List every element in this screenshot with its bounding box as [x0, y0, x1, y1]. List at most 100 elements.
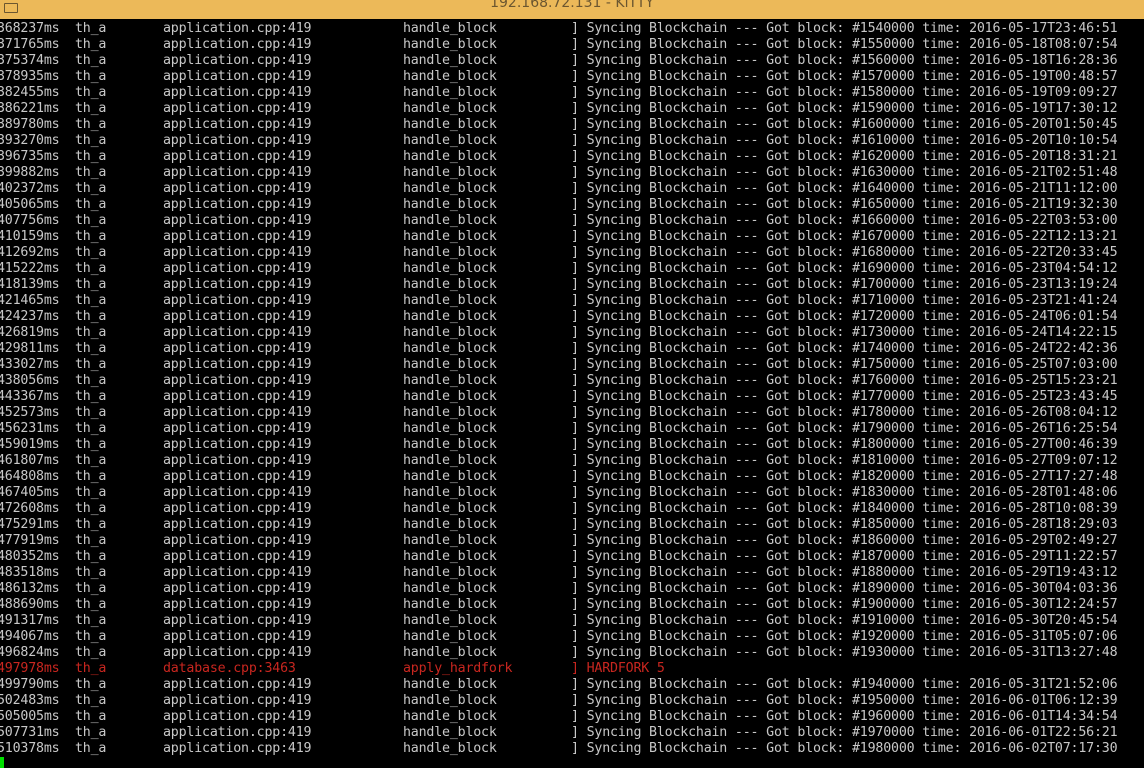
log-function: handle_block — [403, 677, 497, 692]
log-line: 496824ms th_a application.cpp:419 handle_bl… — [0, 645, 1144, 661]
log-line: 418139ms th_a application.cpp:419 handle_bl… — [0, 277, 1144, 293]
log-thread: th_a — [75, 501, 107, 516]
log-thread: th_a — [75, 197, 107, 212]
log-message: ] Syncing Blockchain --- Got block: #160… — [571, 117, 1118, 132]
log-timestamp: 418139ms — [0, 277, 60, 292]
log-function: handle_block — [403, 421, 497, 436]
log-source-file: application.cpp:419 — [163, 293, 312, 308]
log-function: handle_block — [403, 645, 497, 660]
log-function: apply_hardfork — [403, 661, 513, 676]
log-line: 386221ms th_a application.cpp:419 handle_bl… — [0, 101, 1144, 117]
log-line: 461807ms th_a application.cpp:419 handle_bl… — [0, 453, 1144, 469]
log-message: ] Syncing Blockchain --- Got block: #167… — [571, 229, 1118, 244]
log-thread: th_a — [75, 21, 107, 36]
log-function: handle_block — [403, 117, 497, 132]
log-message: ] Syncing Blockchain --- Got block: #165… — [571, 197, 1118, 212]
terminal-cursor — [0, 757, 4, 768]
log-message: ] Syncing Blockchain --- Got block: #195… — [571, 693, 1118, 708]
log-message: ] Syncing Blockchain --- Got block: #182… — [571, 469, 1118, 484]
log-timestamp: 412692ms — [0, 245, 60, 260]
log-function: handle_block — [403, 213, 497, 228]
log-timestamp: 477919ms — [0, 533, 60, 548]
log-source-file: application.cpp:419 — [163, 613, 312, 628]
log-message: ] Syncing Blockchain --- Got block: #192… — [571, 629, 1118, 644]
log-source-file: application.cpp:419 — [163, 421, 312, 436]
log-function: handle_block — [403, 373, 497, 388]
log-thread: th_a — [75, 69, 107, 84]
log-timestamp: 496824ms — [0, 645, 60, 660]
log-thread: th_a — [75, 405, 107, 420]
log-message: ] Syncing Blockchain --- Got block: #189… — [571, 581, 1118, 596]
log-line: 412692ms th_a application.cpp:419 handle_bl… — [0, 245, 1144, 261]
log-message: ] Syncing Blockchain --- Got block: #174… — [571, 341, 1118, 356]
log-message: ] Syncing Blockchain --- Got block: #173… — [571, 325, 1118, 340]
log-function: handle_block — [403, 613, 497, 628]
log-timestamp: 494067ms — [0, 629, 60, 644]
log-thread: th_a — [75, 229, 107, 244]
log-source-file: application.cpp:419 — [163, 693, 312, 708]
log-source-file: application.cpp:419 — [163, 229, 312, 244]
log-message: ] Syncing Blockchain --- Got block: #158… — [571, 85, 1118, 100]
log-source-file: application.cpp:419 — [163, 101, 312, 116]
log-timestamp: 452573ms — [0, 405, 60, 420]
log-line: 464808ms th_a application.cpp:419 handle_bl… — [0, 469, 1144, 485]
log-source-file: application.cpp:419 — [163, 501, 312, 516]
log-function: handle_block — [403, 133, 497, 148]
log-source-file: application.cpp:419 — [163, 581, 312, 596]
log-thread: th_a — [75, 373, 107, 388]
log-message: ] Syncing Blockchain --- Got block: #181… — [571, 453, 1118, 468]
log-function: handle_block — [403, 53, 497, 68]
log-function: handle_block — [403, 597, 497, 612]
log-message: ] Syncing Blockchain --- Got block: #190… — [571, 597, 1118, 612]
log-function: handle_block — [403, 565, 497, 580]
terminal-output[interactable]: 368237ms th_a application.cpp:419 handle_bl… — [0, 21, 1144, 768]
log-timestamp: 429811ms — [0, 341, 60, 356]
log-line: 505005ms th_a application.cpp:419 handle_bl… — [0, 709, 1144, 725]
log-thread: th_a — [75, 469, 107, 484]
log-line: 494067ms th_a application.cpp:419 handle_bl… — [0, 629, 1144, 645]
log-function: handle_block — [403, 293, 497, 308]
log-timestamp: 399882ms — [0, 165, 60, 180]
log-thread: th_a — [75, 149, 107, 164]
log-timestamp: 456231ms — [0, 421, 60, 436]
log-line: 472608ms th_a application.cpp:419 handle_bl… — [0, 501, 1144, 517]
log-timestamp: 405065ms — [0, 197, 60, 212]
log-function: handle_block — [403, 245, 497, 260]
log-line: 426819ms th_a application.cpp:419 handle_bl… — [0, 325, 1144, 341]
log-message: ] Syncing Blockchain --- Got block: #176… — [571, 373, 1118, 388]
log-line: 424237ms th_a application.cpp:419 handle_bl… — [0, 309, 1144, 325]
log-line: 467405ms th_a application.cpp:419 handle_bl… — [0, 485, 1144, 501]
log-thread: th_a — [75, 277, 107, 292]
log-source-file: application.cpp:419 — [163, 181, 312, 196]
log-thread: th_a — [75, 485, 107, 500]
log-timestamp: 464808ms — [0, 469, 60, 484]
log-message: ] Syncing Blockchain --- Got block: #161… — [571, 133, 1118, 148]
log-thread: th_a — [75, 325, 107, 340]
log-line: 396735ms th_a application.cpp:419 handle_bl… — [0, 149, 1144, 165]
log-source-file: application.cpp:419 — [163, 149, 312, 164]
log-message: ] Syncing Blockchain --- Got block: #180… — [571, 437, 1118, 452]
log-message: ] Syncing Blockchain --- Got block: #194… — [571, 677, 1118, 692]
window-menu-icon[interactable] — [4, 3, 18, 13]
log-thread: th_a — [75, 565, 107, 580]
log-function: handle_block — [403, 389, 497, 404]
window-titlebar[interactable]: 192.168.72.131 - KiTTY — [0, 0, 1144, 19]
log-timestamp: 402372ms — [0, 181, 60, 196]
log-source-file: application.cpp:419 — [163, 533, 312, 548]
log-timestamp: 507731ms — [0, 725, 60, 740]
log-line: 459019ms th_a application.cpp:419 handle_bl… — [0, 437, 1144, 453]
log-source-file: application.cpp:419 — [163, 677, 312, 692]
log-line: 510378ms th_a application.cpp:419 handle_bl… — [0, 741, 1144, 757]
log-timestamp: 438056ms — [0, 373, 60, 388]
log-message: ] Syncing Blockchain --- Got block: #187… — [571, 549, 1118, 564]
log-function: handle_block — [403, 533, 497, 548]
log-function: handle_block — [403, 21, 497, 36]
log-function: handle_block — [403, 149, 497, 164]
log-thread: th_a — [75, 661, 107, 676]
log-line: 389780ms th_a application.cpp:419 handle_bl… — [0, 117, 1144, 133]
log-timestamp: 375374ms — [0, 53, 60, 68]
log-timestamp: 407756ms — [0, 213, 60, 228]
log-thread: th_a — [75, 741, 107, 756]
log-thread: th_a — [75, 725, 107, 740]
log-thread: th_a — [75, 613, 107, 628]
